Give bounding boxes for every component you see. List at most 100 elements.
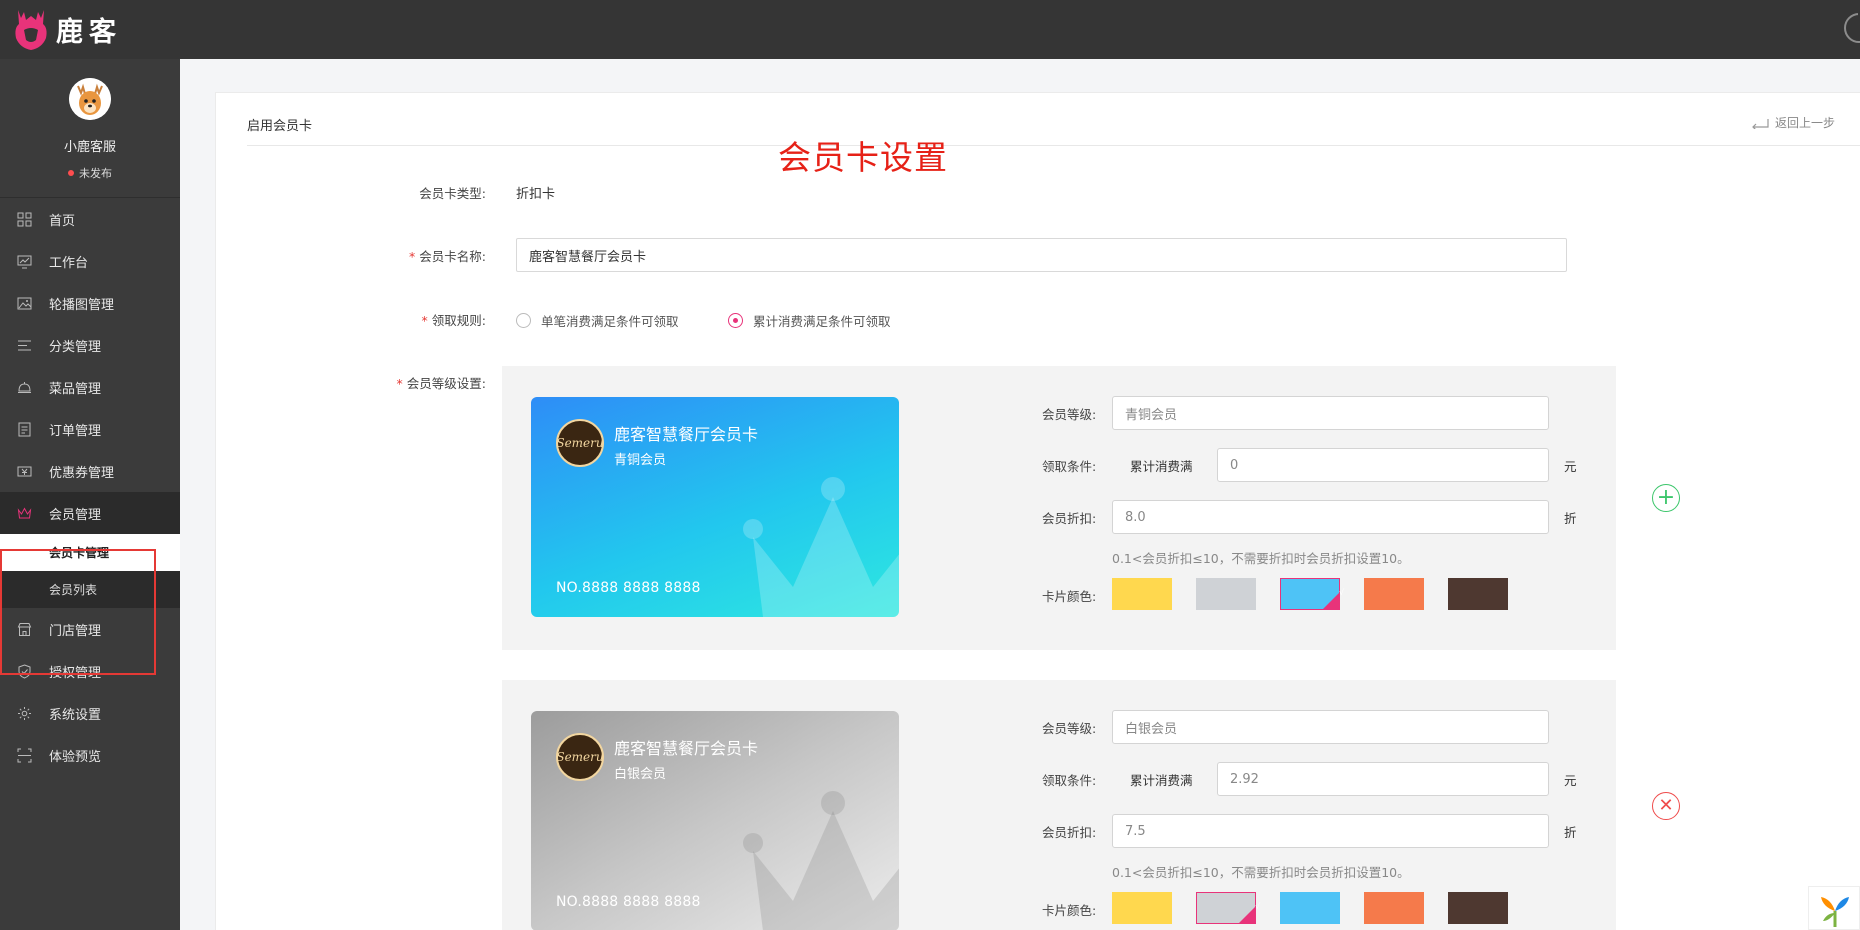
corner-widget[interactable] bbox=[1808, 886, 1860, 930]
card-type-value: 折扣卡 bbox=[516, 187, 556, 202]
sidebar-item-coupons[interactable]: 优惠券管理 bbox=[0, 450, 180, 492]
sidebar-item-label: 工作台 bbox=[49, 255, 89, 271]
divider bbox=[247, 145, 1860, 146]
shop-name: 小鹿客服 bbox=[63, 140, 116, 155]
color-swatch-blue[interactable]: √ bbox=[1280, 578, 1340, 610]
return-icon bbox=[1752, 118, 1769, 129]
remove-level-button[interactable]: ✕ bbox=[1652, 792, 1680, 820]
condition-prefix: 累计消费满 bbox=[1130, 773, 1193, 788]
member-level-input[interactable]: 青铜会员 bbox=[1112, 396, 1549, 430]
color-swatch-gray[interactable] bbox=[1196, 578, 1256, 610]
sidebar-item-label: 订单管理 bbox=[49, 423, 102, 439]
sidebar-item-label: 首页 bbox=[49, 213, 76, 229]
highlight-box bbox=[0, 549, 156, 675]
avatar[interactable] bbox=[69, 78, 111, 120]
color-swatch-brown[interactable] bbox=[1448, 892, 1508, 924]
sidebar-item-settings[interactable]: 系统设置 bbox=[0, 692, 180, 734]
dish-cover-icon bbox=[17, 380, 32, 395]
color-swatch-yellow[interactable] bbox=[1112, 892, 1172, 924]
condition-unit: 元 bbox=[1564, 459, 1577, 474]
sidebar-item-members[interactable]: 会员管理 bbox=[0, 492, 180, 534]
close-icon: ✕ bbox=[1658, 795, 1674, 816]
back-button[interactable]: 返回上一步 bbox=[1751, 114, 1835, 131]
sidebar-item-dishes[interactable]: 菜品管理 bbox=[0, 366, 180, 408]
coupon-icon bbox=[17, 464, 32, 479]
grid-icon bbox=[17, 212, 32, 227]
required-mark: * bbox=[409, 249, 416, 264]
list-icon bbox=[17, 338, 32, 353]
condition-prefix: 累计消费满 bbox=[1130, 459, 1193, 474]
crown-icon bbox=[17, 506, 32, 521]
leaf-logo-icon bbox=[1821, 897, 1849, 927]
check-icon: √ bbox=[1247, 912, 1253, 922]
condition-amount-input[interactable]: 0 bbox=[1217, 448, 1549, 482]
add-level-button[interactable]: + bbox=[1652, 484, 1680, 512]
card-title: 鹿客智慧餐厅会员卡 bbox=[614, 425, 759, 444]
rule-radio-single[interactable]: 单笔消费满足条件可领取 bbox=[516, 311, 679, 330]
back-label: 返回上一步 bbox=[1775, 116, 1836, 130]
radio-unchecked-icon bbox=[516, 313, 531, 328]
discount-unit: 折 bbox=[1564, 511, 1577, 526]
color-swatch-blue[interactable] bbox=[1280, 892, 1340, 924]
card-name-label: * 会员卡名称: bbox=[409, 249, 486, 264]
sidebar-item-preview[interactable]: 体验预览 bbox=[0, 734, 180, 776]
scan-icon bbox=[17, 748, 32, 763]
member-level-input[interactable]: 白银会员 bbox=[1112, 710, 1549, 744]
deer-logo-icon bbox=[15, 10, 47, 50]
sidebar-item-home[interactable]: 首页 bbox=[0, 198, 180, 240]
receive-rule-label: * 领取规则: bbox=[421, 313, 486, 328]
color-swatch-orange[interactable] bbox=[1364, 892, 1424, 924]
image-icon bbox=[17, 296, 32, 311]
card-number: NO.8888 8888 8888 bbox=[556, 580, 701, 596]
gear-icon bbox=[17, 706, 32, 721]
app-name: 鹿客 bbox=[56, 16, 122, 48]
sidebar-item-banner[interactable]: 轮播图管理 bbox=[0, 282, 180, 324]
discount-unit: 折 bbox=[1564, 825, 1577, 840]
order-icon bbox=[17, 422, 32, 437]
sidebar-item-workbench[interactable]: 工作台 bbox=[0, 240, 180, 282]
color-swatch-yellow[interactable] bbox=[1112, 578, 1172, 610]
crown-watermark-icon bbox=[743, 477, 899, 617]
monitor-icon bbox=[17, 254, 32, 269]
sidebar-item-label: 轮播图管理 bbox=[49, 297, 115, 313]
restaurant-logo: Semeru bbox=[556, 419, 604, 467]
discount-input[interactable]: 8.0 bbox=[1112, 500, 1549, 534]
card-level: 白银会员 bbox=[614, 767, 667, 782]
publish-status: 未发布 bbox=[0, 165, 180, 181]
sidebar-item-orders[interactable]: 订单管理 bbox=[0, 408, 180, 450]
publish-status-text: 未发布 bbox=[79, 167, 112, 180]
card-level: 青铜会员 bbox=[614, 453, 667, 468]
card-name-input[interactable]: 鹿客智慧餐厅会员卡 bbox=[516, 238, 1567, 272]
status-dot-icon bbox=[68, 170, 74, 176]
discount-hint: 0.1<会员折扣≤10，不需要折扣时会员折扣设置10。 bbox=[1112, 865, 1410, 880]
condition-unit: 元 bbox=[1564, 773, 1577, 788]
color-swatch-orange[interactable] bbox=[1364, 578, 1424, 610]
condition-amount-input[interactable]: 2.92 bbox=[1217, 762, 1549, 796]
level-block-2: Semeru 鹿客智慧餐厅会员卡 白银会员 NO.8888 8888 8888 … bbox=[502, 680, 1680, 930]
sidebar-nav: 首页 工作台 轮播图管理 分类管理 菜品管理 订单管理 优惠券管理 会员管理 会… bbox=[0, 198, 180, 776]
card-type-label: 会员卡类型: bbox=[419, 186, 486, 201]
app-logo[interactable]: 鹿客 bbox=[12, 6, 122, 52]
radio-checked-icon bbox=[728, 313, 743, 328]
sidebar-item-label: 体验预览 bbox=[49, 749, 102, 765]
level-settings-label: * 会员等级设置: bbox=[396, 376, 486, 391]
restaurant-logo: Semeru bbox=[556, 733, 604, 781]
sidebar-item-category[interactable]: 分类管理 bbox=[0, 324, 180, 366]
shop-profile: 小鹿客服 未发布 bbox=[0, 59, 180, 198]
color-swatch-brown[interactable] bbox=[1448, 578, 1508, 610]
rule-radio-cumulative[interactable]: 累计消费满足条件可领取 bbox=[728, 311, 891, 330]
plus-icon: + bbox=[1656, 485, 1676, 510]
crown-watermark-icon bbox=[743, 791, 899, 930]
sidebar-item-label: 优惠券管理 bbox=[49, 465, 115, 481]
sidebar-item-label: 分类管理 bbox=[49, 339, 102, 355]
sidebar-item-label: 会员管理 bbox=[49, 507, 102, 523]
power-icon[interactable] bbox=[1844, 9, 1860, 43]
page-title: 启用会员卡 bbox=[247, 119, 313, 134]
required-mark: * bbox=[421, 313, 428, 328]
color-swatch-gray[interactable]: √ bbox=[1196, 892, 1256, 924]
member-card-preview: Semeru 鹿客智慧餐厅会员卡 青铜会员 NO.8888 8888 8888 bbox=[531, 397, 899, 617]
deer-avatar-icon bbox=[69, 78, 111, 120]
discount-input[interactable]: 7.5 bbox=[1112, 814, 1549, 848]
card-title: 鹿客智慧餐厅会员卡 bbox=[614, 739, 759, 758]
check-icon: √ bbox=[1331, 598, 1337, 608]
